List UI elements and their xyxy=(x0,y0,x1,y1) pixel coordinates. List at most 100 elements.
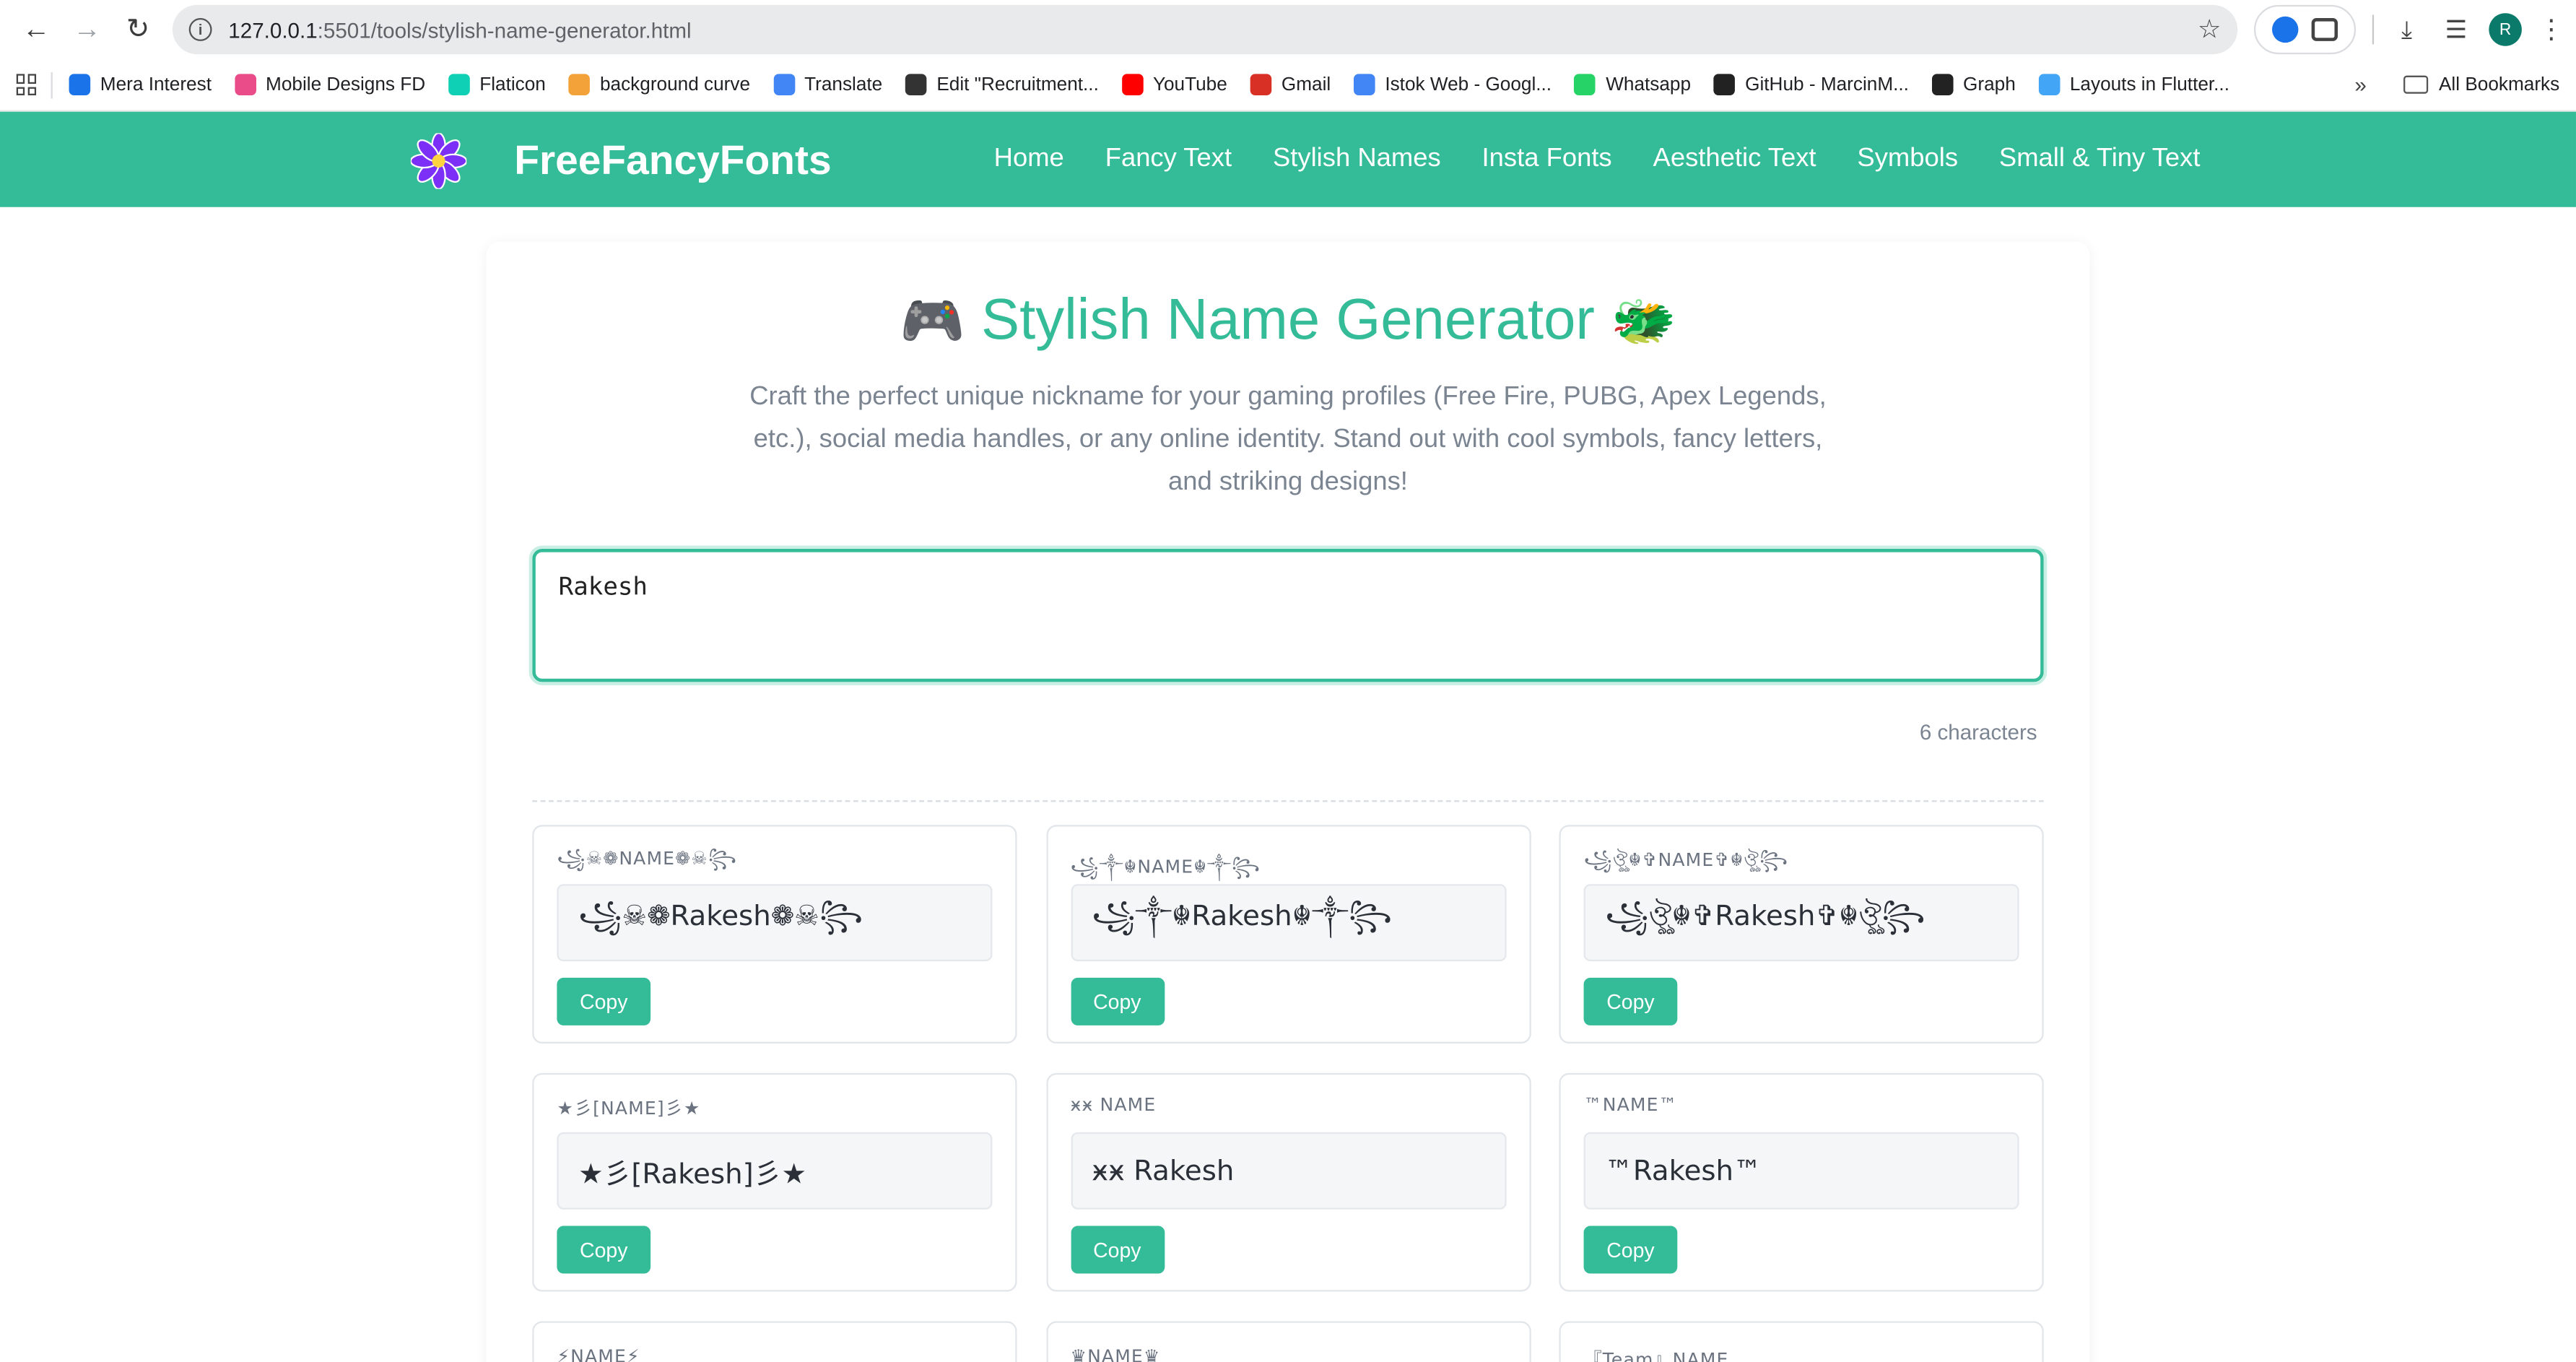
puzzle-icon[interactable] xyxy=(2311,18,2338,41)
result-card: ♛NAME♛ xyxy=(1045,1321,1531,1362)
back-icon[interactable]: ← xyxy=(13,6,59,53)
bookmark-favicon-icon xyxy=(1574,74,1596,95)
styled-name-output[interactable]: ꧁ঔৣ☬✞Rakesh✞☬ঔৣ꧂ xyxy=(1583,884,2019,962)
styled-name-output[interactable]: ★彡[Rakesh]彡★ xyxy=(557,1132,993,1210)
bookmark-favicon-icon xyxy=(448,74,470,95)
style-template-label: 『Team』NAME xyxy=(1583,1349,1729,1362)
results-grid: ꧁☠︎❁NAME❁☠︎꧂ ꧁☠︎❁Rakesh❁☠︎꧂ Copy ꧁༒☬NAME☬༒꧂… xyxy=(532,825,2044,1362)
bookmark-item[interactable]: Istok Web - Googl... xyxy=(1354,74,1552,95)
style-template-label: ꧁☠︎❁NAME❁☠︎꧂ xyxy=(557,848,738,869)
bookmark-item[interactable]: Edit "Recruitment... xyxy=(905,74,1099,95)
bookmark-item[interactable]: GitHub - MarcinM... xyxy=(1713,74,1909,95)
bookmark-item[interactable]: Mobile Designs FD xyxy=(234,74,426,95)
name-input[interactable]: Rakesh xyxy=(528,545,2048,685)
forward-icon[interactable]: → xyxy=(64,6,110,53)
nav-insta-fonts[interactable]: Insta Fonts xyxy=(1482,144,1612,174)
url-host: 127.0.0.1 xyxy=(228,17,318,43)
styled-name-output[interactable]: ꧁༒☬Rakesh☬༒꧂ xyxy=(1070,884,1506,962)
bookmark-label: Mera Interest xyxy=(100,74,212,95)
result-card: ™NAME™ ™Rakesh™ Copy xyxy=(1559,1072,2044,1292)
bookmark-favicon-icon xyxy=(1121,74,1144,95)
section-divider xyxy=(532,800,2044,802)
address-bar[interactable]: i 127.0.0.1:5501/tools/stylish-name-gene… xyxy=(172,4,2238,55)
bookmark-label: Flaticon xyxy=(479,74,546,95)
copy-button[interactable]: Copy xyxy=(557,1226,651,1274)
download-icon[interactable]: ⤓ xyxy=(2390,13,2424,46)
character-count: 6 characters xyxy=(1919,719,2037,745)
bookmark-list: Mera Interest Mobile Designs FD Flaticon ba… xyxy=(69,74,2253,95)
copy-button[interactable]: Copy xyxy=(1583,1226,1678,1274)
bookmark-item[interactable]: Mera Interest xyxy=(69,74,212,95)
browser-toolbar: ← → ↻ i 127.0.0.1:5501/tools/stylish-nam… xyxy=(0,0,2576,59)
result-card: ꧁☠︎❁NAME❁☠︎꧂ ꧁☠︎❁Rakesh❁☠︎꧂ Copy xyxy=(532,825,1017,1044)
nav-aesthetic-text[interactable]: Aesthetic Text xyxy=(1653,144,1816,174)
bookmark-favicon-icon xyxy=(69,74,91,95)
more-menu-icon[interactable]: ⋮ xyxy=(2538,13,2564,46)
bookmark-item[interactable]: Whatsapp xyxy=(1574,74,1692,95)
page-title: 🎮 Stylish Name Generator 🐲 xyxy=(487,287,2090,353)
url-path: :5501/tools/stylish-name-generator.html xyxy=(317,17,692,43)
bookmark-label: Mobile Designs FD xyxy=(266,74,426,95)
bookmark-favicon-icon xyxy=(1250,74,1272,95)
bookmark-item[interactable]: Gmail xyxy=(1250,74,1331,95)
page-title-text: Stylish Name Generator xyxy=(981,287,1595,352)
media-queue-icon[interactable]: ☰ xyxy=(2440,13,2473,46)
bookmark-favicon-icon xyxy=(1354,74,1375,95)
extensions-pill[interactable] xyxy=(2253,4,2357,55)
bookmark-label: YouTube xyxy=(1152,74,1227,95)
styled-name-output[interactable]: ™Rakesh™ xyxy=(1583,1132,2019,1210)
copy-button[interactable]: Copy xyxy=(1583,977,1678,1025)
copy-button[interactable]: Copy xyxy=(1070,977,1165,1025)
bookmark-item[interactable]: Layouts in Flutter... xyxy=(2038,74,2229,95)
reload-icon[interactable]: ↻ xyxy=(115,6,161,53)
bookmark-item[interactable]: Translate xyxy=(773,74,882,95)
more-bookmarks-chevron-icon[interactable]: » xyxy=(2354,72,2366,97)
bookmark-star-icon[interactable]: ☆ xyxy=(2198,13,2222,46)
bookmark-label: Istok Web - Googl... xyxy=(1385,74,1552,95)
style-template-label: ӿӿ NAME xyxy=(1070,1094,1157,1116)
bookmark-item[interactable]: background curve xyxy=(568,74,750,95)
style-template-label: ★彡[NAME]彡★ xyxy=(557,1098,701,1119)
browser-window: ← → ↻ i 127.0.0.1:5501/tools/stylish-nam… xyxy=(0,0,2576,1362)
copy-button[interactable]: Copy xyxy=(1070,1226,1165,1274)
bookmark-item[interactable]: YouTube xyxy=(1121,74,1227,95)
nav-fancy-text[interactable]: Fancy Text xyxy=(1105,144,1232,174)
site-header: FreeFancyFonts Home Fancy Text Stylish N… xyxy=(0,111,2576,207)
style-template-label: ™NAME™ xyxy=(1583,1094,1678,1116)
style-template-label: ⚡NAME⚡ xyxy=(557,1345,640,1362)
bookmark-favicon-icon xyxy=(1713,74,1736,95)
gamepad-icon: 🎮 xyxy=(900,290,965,350)
bookmark-favicon-icon xyxy=(773,74,795,95)
brand-name[interactable]: FreeFancyFonts xyxy=(514,138,831,186)
styled-name-output[interactable]: ꧁☠︎❁Rakesh❁☠︎꧂ xyxy=(557,884,993,962)
result-card: ӿӿ NAME ӿӿ Rakesh Copy xyxy=(1045,1072,1531,1292)
extension-icon[interactable] xyxy=(2272,16,2299,43)
result-card: ⚡NAME⚡ xyxy=(532,1321,1017,1362)
bookmark-favicon-icon xyxy=(568,74,591,95)
copy-button[interactable]: Copy xyxy=(557,977,651,1025)
styled-name-output[interactable]: ӿӿ Rakesh xyxy=(1070,1132,1506,1210)
bookmark-label: Graph xyxy=(1963,74,2016,95)
nav-symbols[interactable]: Symbols xyxy=(1857,144,1958,174)
profile-avatar[interactable]: R xyxy=(2489,13,2522,46)
bookmark-favicon-icon xyxy=(234,74,256,95)
bookmark-item[interactable]: Graph xyxy=(1931,74,2016,95)
bookmark-label: Gmail xyxy=(1281,74,1331,95)
nav-home[interactable]: Home xyxy=(994,144,1064,174)
bookmark-favicon-icon xyxy=(1931,74,1954,95)
all-bookmarks-link[interactable]: All Bookmarks xyxy=(2439,75,2559,95)
style-template-label: ♛NAME♛ xyxy=(1070,1345,1161,1362)
bookmark-favicon-icon xyxy=(905,74,927,95)
bookmark-favicon-icon xyxy=(2038,74,2061,95)
dragon-icon: 🐲 xyxy=(1611,290,1676,350)
site-info-icon[interactable]: i xyxy=(188,18,212,41)
style-template-label: ꧁༒☬NAME☬༒꧂ xyxy=(1070,856,1261,878)
bookmark-label: Whatsapp xyxy=(1606,74,1692,95)
apps-grid-icon[interactable] xyxy=(16,74,38,95)
flower-logo-icon[interactable] xyxy=(410,133,467,189)
url-text[interactable]: 127.0.0.1:5501/tools/stylish-name-genera… xyxy=(228,17,2198,42)
nav-stylish-names[interactable]: Stylish Names xyxy=(1273,144,1441,174)
result-card: ★彡[NAME]彡★ ★彡[Rakesh]彡★ Copy xyxy=(532,1072,1017,1292)
nav-small-tiny-text[interactable]: Small & Tiny Text xyxy=(1999,144,2201,174)
bookmark-item[interactable]: Flaticon xyxy=(448,74,546,95)
